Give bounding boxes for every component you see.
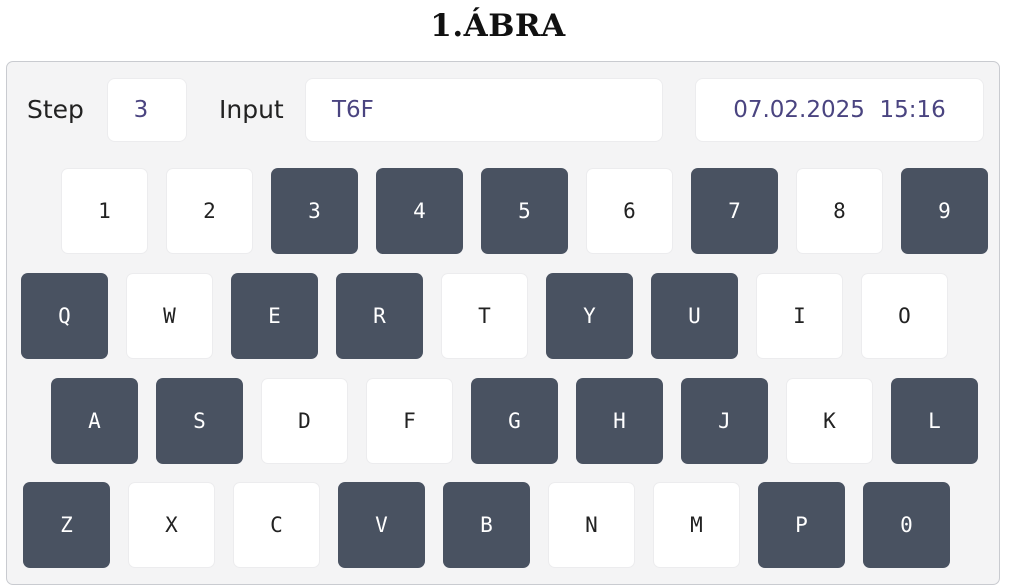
- key-4[interactable]: 4: [376, 168, 463, 254]
- key-d[interactable]: D: [261, 378, 348, 464]
- key-2[interactable]: 2: [166, 168, 253, 254]
- key-h[interactable]: H: [576, 378, 663, 464]
- key-r[interactable]: R: [336, 273, 423, 359]
- key-s[interactable]: S: [156, 378, 243, 464]
- key-v[interactable]: V: [338, 482, 425, 568]
- key-f[interactable]: F: [366, 378, 453, 464]
- key-5[interactable]: 5: [481, 168, 568, 254]
- key-y[interactable]: Y: [546, 273, 633, 359]
- key-7[interactable]: 7: [691, 168, 778, 254]
- key-1[interactable]: 1: [61, 168, 148, 254]
- step-field[interactable]: 3: [107, 78, 187, 142]
- key-6[interactable]: 6: [586, 168, 673, 254]
- key-0[interactable]: 0: [863, 482, 950, 568]
- key-9[interactable]: 9: [901, 168, 988, 254]
- key-z[interactable]: Z: [23, 482, 110, 568]
- key-q[interactable]: Q: [21, 273, 108, 359]
- key-i[interactable]: I: [756, 273, 843, 359]
- keyboard-panel: Step 3 Input T6F 07.02.2025 15:16 123456…: [6, 61, 1000, 585]
- key-3[interactable]: 3: [271, 168, 358, 254]
- step-label: Step: [27, 95, 84, 124]
- key-k[interactable]: K: [786, 378, 873, 464]
- key-8[interactable]: 8: [796, 168, 883, 254]
- key-x[interactable]: X: [128, 482, 215, 568]
- key-w[interactable]: W: [126, 273, 213, 359]
- input-label: Input: [219, 95, 284, 124]
- key-m[interactable]: M: [653, 482, 740, 568]
- key-c[interactable]: C: [233, 482, 320, 568]
- key-b[interactable]: B: [443, 482, 530, 568]
- datetime-display: 07.02.2025 15:16: [695, 78, 984, 142]
- key-e[interactable]: E: [231, 273, 318, 359]
- key-l[interactable]: L: [891, 378, 978, 464]
- key-n[interactable]: N: [548, 482, 635, 568]
- figure-title: 1.ÁBRA: [430, 8, 566, 44]
- key-a[interactable]: A: [51, 378, 138, 464]
- key-o[interactable]: O: [861, 273, 948, 359]
- key-p[interactable]: P: [758, 482, 845, 568]
- key-t[interactable]: T: [441, 273, 528, 359]
- key-g[interactable]: G: [471, 378, 558, 464]
- key-u[interactable]: U: [651, 273, 738, 359]
- input-field[interactable]: T6F: [305, 78, 663, 142]
- key-j[interactable]: J: [681, 378, 768, 464]
